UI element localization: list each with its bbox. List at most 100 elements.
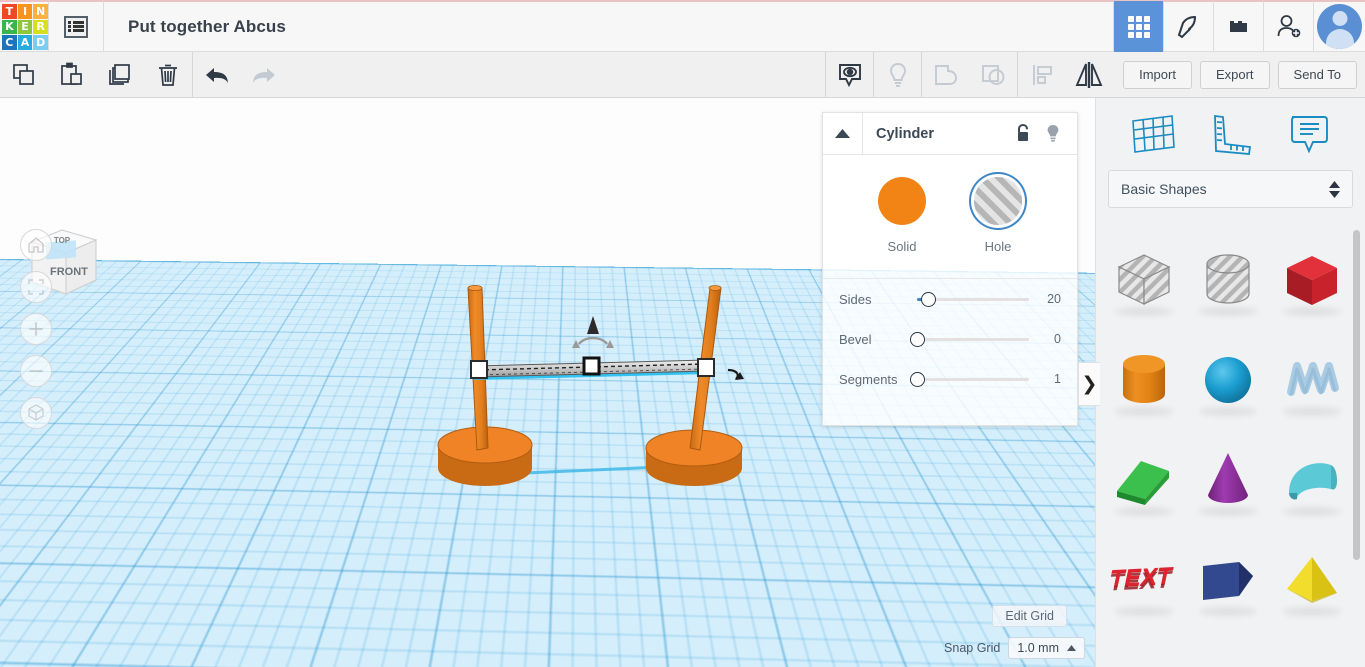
shape-partial-2[interactable] xyxy=(1186,630,1270,665)
shape-box-red[interactable] xyxy=(1270,230,1354,330)
top-bar-right-icons xyxy=(1113,1,1365,53)
pickaxe-icon[interactable] xyxy=(1163,1,1213,53)
list-menu-icon[interactable] xyxy=(48,1,104,53)
bevel-slider[interactable] xyxy=(917,338,1029,341)
toolbar-spacer xyxy=(288,52,825,97)
segments-slider[interactable] xyxy=(917,378,1029,381)
hole-swatch[interactable]: Hole xyxy=(974,177,1022,254)
edit-grid-button[interactable]: Edit Grid xyxy=(992,605,1067,627)
shape-category-label: Basic Shapes xyxy=(1121,181,1207,197)
blocks-brick-icon[interactable] xyxy=(1213,1,1263,53)
page-title[interactable]: Put together Abcus xyxy=(128,17,286,37)
zoom-out-icon[interactable] xyxy=(20,355,52,387)
logo-tile-t: T xyxy=(2,4,17,19)
shape-cylinder-hole[interactable] xyxy=(1186,230,1270,330)
tinkercad-logo[interactable]: TIN KER CAD xyxy=(2,4,48,50)
shape-wedge-green[interactable] xyxy=(1102,430,1186,530)
delete-trash-icon[interactable] xyxy=(144,52,192,97)
sidebar-scrollbar[interactable] xyxy=(1353,230,1360,660)
segments-slider-knob[interactable] xyxy=(910,372,925,387)
shape-partial-3[interactable] xyxy=(1270,630,1354,665)
logo-tile-n: N xyxy=(33,4,48,19)
export-button[interactable]: Export xyxy=(1200,61,1270,89)
bevel-slider-knob[interactable] xyxy=(910,332,925,347)
unlock-icon[interactable] xyxy=(1015,124,1031,143)
stepper-arrows-icon xyxy=(1329,181,1340,198)
ortho-perspective-icon[interactable] xyxy=(20,397,52,429)
logo-tile-d: D xyxy=(33,35,48,50)
shape-polygon-navy[interactable] xyxy=(1186,530,1270,630)
scrollbar-thumb[interactable] xyxy=(1353,230,1360,560)
toolbar-action-buttons: Import Export Send To xyxy=(1123,52,1365,97)
import-button[interactable]: Import xyxy=(1123,61,1192,89)
show-hide-eye-icon[interactable] xyxy=(825,52,873,97)
collapse-panel-chevron-icon[interactable]: ❯ xyxy=(1078,362,1100,406)
shape-partial-1[interactable] xyxy=(1102,630,1186,665)
bevel-label: Bevel xyxy=(839,332,917,347)
send-to-button[interactable]: Send To xyxy=(1278,61,1357,89)
workplane-icon[interactable] xyxy=(1125,106,1181,162)
shape-box-hole[interactable] xyxy=(1102,230,1186,330)
shape-category-select[interactable]: Basic Shapes xyxy=(1108,170,1353,208)
slider-row-segments: Segments 1 xyxy=(823,359,1077,399)
logo-tile-i: I xyxy=(18,4,33,19)
logo-tile-r: R xyxy=(33,20,48,35)
shape-cylinder-orange[interactable] xyxy=(1102,330,1186,430)
ruler-icon[interactable] xyxy=(1202,106,1258,162)
properties-title: Cylinder xyxy=(876,126,934,142)
properties-body: Solid Hole Sides 20 Bevel 0 Segments 1 xyxy=(823,155,1077,399)
redo-arrow-icon[interactable] xyxy=(240,52,288,97)
segments-label: Segments xyxy=(839,372,917,387)
slider-row-sides: Sides 20 xyxy=(823,279,1077,319)
align-icon[interactable] xyxy=(1017,52,1065,97)
paste-icon[interactable] xyxy=(48,52,96,97)
hole-pattern-circle[interactable] xyxy=(974,177,1022,225)
shapes-sidebar: Basic Shapes TEXT TEXT TEXT xyxy=(1095,98,1365,667)
snap-grid-select[interactable]: 1.0 mm xyxy=(1008,637,1085,659)
tinkercad-app: TIN KER CAD Put together Abcus Import Expo… xyxy=(0,0,1365,667)
sidebar-top-icons xyxy=(1096,98,1365,170)
sides-slider-knob[interactable] xyxy=(921,292,936,307)
logo-tile-a: A xyxy=(18,35,33,50)
home-view-icon[interactable] xyxy=(20,229,52,261)
solid-swatch[interactable]: Solid xyxy=(878,177,926,254)
solid-color-circle[interactable] xyxy=(878,177,926,225)
undo-arrow-icon[interactable] xyxy=(192,52,240,97)
fit-to-view-icon[interactable] xyxy=(20,271,52,303)
logo-tile-k: K xyxy=(2,20,17,35)
copy-icon[interactable] xyxy=(0,52,48,97)
note-comment-icon[interactable] xyxy=(1280,106,1336,162)
logo-tile-e: E xyxy=(18,20,33,35)
svg-text:FRONT: FRONT xyxy=(50,266,88,278)
collapse-triangle-icon[interactable] xyxy=(823,113,863,155)
sides-value: 20 xyxy=(1047,292,1061,306)
add-person-icon[interactable] xyxy=(1263,1,1313,53)
designs-grid-icon[interactable] xyxy=(1113,1,1163,53)
logo-tile-c: C xyxy=(2,35,17,50)
zoom-in-icon[interactable] xyxy=(20,313,52,345)
shape-sphere-blue[interactable] xyxy=(1186,330,1270,430)
ungroup-shapes-icon[interactable] xyxy=(969,52,1017,97)
segments-value: 1 xyxy=(1054,372,1061,386)
chevron-up-icon xyxy=(1067,645,1076,651)
avatar[interactable] xyxy=(1313,1,1365,53)
duplicate-icon[interactable] xyxy=(96,52,144,97)
group-shapes-icon[interactable] xyxy=(921,52,969,97)
solid-hole-swatches: Solid Hole xyxy=(823,177,1077,254)
shape-roof-cyan[interactable] xyxy=(1270,430,1354,530)
snap-grid-label: Snap Grid xyxy=(944,641,1000,655)
mirror-flip-icon[interactable] xyxy=(1065,52,1113,97)
snap-grid-value: 1.0 mm xyxy=(1017,641,1059,655)
sides-slider[interactable] xyxy=(917,298,1029,301)
shape-text-red[interactable]: TEXT TEXT TEXT xyxy=(1102,530,1186,630)
bevel-value: 0 xyxy=(1054,332,1061,346)
slider-row-bevel: Bevel 0 xyxy=(823,319,1077,359)
shape-library-grid[interactable]: TEXT TEXT TEXT xyxy=(1102,226,1354,665)
lightbulb-icon[interactable] xyxy=(873,52,921,97)
hole-label: Hole xyxy=(985,239,1012,254)
sides-label: Sides xyxy=(839,292,917,307)
shape-scribble[interactable] xyxy=(1270,330,1354,430)
shape-cone-purple[interactable] xyxy=(1186,430,1270,530)
shape-pyramid-yellow[interactable] xyxy=(1270,530,1354,630)
lightbulb-icon[interactable] xyxy=(1045,124,1061,143)
